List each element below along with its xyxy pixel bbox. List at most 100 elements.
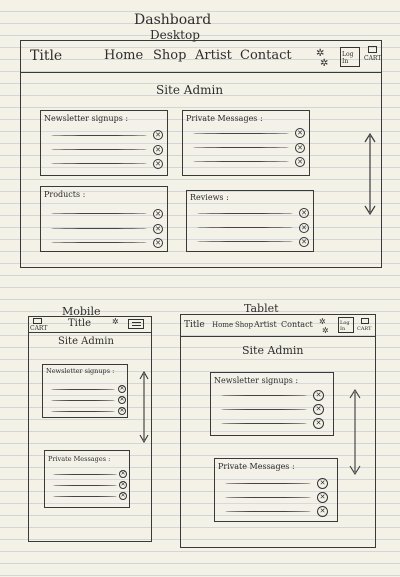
panel-title: Newsletter signups : [44, 114, 129, 123]
mobile-private-messages-panel: Private Messages : ✕ ✕ ✕ [44, 450, 130, 508]
sheet-title: Dashboard [134, 12, 212, 28]
list-line [51, 228, 147, 229]
desktop-nav-shop[interactable]: Shop [153, 48, 186, 63]
desktop-reviews-panel: Reviews : ✕ ✕ ✕ [186, 190, 314, 252]
list-line [193, 161, 289, 162]
tablet-nav-contact[interactable]: Contact [281, 320, 313, 329]
close-icon[interactable]: ✕ [317, 478, 328, 489]
desktop-private-messages-panel: Private Messages : ✕ ✕ ✕ [182, 110, 310, 176]
list-line [197, 227, 293, 228]
list-line [53, 496, 117, 497]
list-line [225, 511, 311, 512]
close-icon[interactable]: ✕ [153, 238, 163, 248]
close-icon[interactable]: ✕ [295, 143, 305, 153]
desktop-nav-home[interactable]: Home [104, 48, 143, 63]
list-line [51, 389, 115, 390]
list-line [225, 483, 311, 484]
menu-line [132, 325, 141, 326]
desktop-cart-icon[interactable] [368, 46, 377, 53]
close-icon[interactable]: ✕ [313, 390, 324, 401]
close-icon[interactable]: ✕ [119, 492, 127, 500]
list-line [197, 241, 293, 242]
close-icon[interactable]: ✕ [295, 128, 305, 138]
tablet-nav-shop[interactable]: Shop [235, 321, 253, 329]
desktop-site-admin: Site Admin [156, 83, 224, 97]
login-label: Log In [342, 51, 354, 65]
desktop-scroll-arrow-icon[interactable] [360, 130, 380, 220]
close-icon[interactable]: ✕ [317, 492, 328, 503]
list-line [51, 163, 147, 164]
close-icon[interactable]: ✕ [118, 396, 126, 404]
tablet-cart-icon[interactable] [361, 318, 369, 324]
mobile-newsletter-panel: Newsletter signups : ✕ ✕ ✕ [42, 364, 128, 418]
tablet-title[interactable]: Title [184, 320, 205, 330]
mobile-frame [28, 316, 152, 542]
mobile-gear-icon[interactable]: ✲ [112, 317, 119, 326]
desktop-nav-contact[interactable]: Contact [240, 48, 292, 63]
list-line [51, 411, 115, 412]
close-icon[interactable]: ✕ [317, 506, 328, 517]
list-line [221, 395, 307, 396]
tablet-nav-artist[interactable]: Artist [254, 320, 277, 329]
mobile-scroll-arrow-icon[interactable] [136, 370, 152, 446]
close-icon[interactable]: ✕ [299, 237, 309, 247]
close-icon[interactable]: ✕ [153, 209, 163, 219]
tablet-nav-home[interactable]: Home [212, 321, 233, 329]
tablet-cart-label: CART [357, 326, 372, 332]
desktop-products-panel: Products : ✕ ✕ ✕ [40, 186, 168, 252]
tablet-newsletter-panel: Newsletter signups : ✕ ✕ ✕ [210, 372, 334, 436]
list-line [193, 133, 289, 134]
panel-title: Newsletter signups : [214, 376, 299, 385]
close-icon[interactable]: ✕ [299, 208, 309, 218]
tablet-login-button[interactable]: Log In [338, 317, 354, 333]
close-icon[interactable]: ✕ [153, 224, 163, 234]
desktop-cart-label: CART [364, 55, 382, 62]
list-line [53, 485, 117, 486]
list-line [53, 474, 117, 475]
mobile-title[interactable]: Title [68, 318, 91, 329]
list-line [51, 242, 147, 243]
panel-title: Private Messages : [186, 114, 263, 123]
list-line [221, 409, 307, 410]
mobile-site-admin: Site Admin [58, 336, 114, 347]
close-icon[interactable]: ✕ [299, 223, 309, 233]
close-icon[interactable]: ✕ [118, 407, 126, 415]
desktop-newsletter-panel: Newsletter signups : ✕ ✕ ✕ [40, 110, 168, 176]
mobile-nav-divider [28, 332, 152, 333]
tablet-private-messages-panel: Private Messages : ✕ ✕ ✕ [214, 458, 338, 522]
desktop-nav-divider [20, 72, 382, 73]
mobile-menu-icon[interactable] [128, 319, 144, 329]
list-line [51, 135, 147, 136]
list-line [221, 423, 307, 424]
desktop-gear-icon-2[interactable]: ✲ [320, 58, 328, 69]
menu-line [132, 322, 141, 323]
list-line [51, 149, 147, 150]
tablet-gear-icon-2[interactable]: ✲ [322, 326, 329, 335]
list-line [193, 147, 289, 148]
mobile-cart-icon[interactable] [33, 318, 42, 324]
panel-title: Reviews : [190, 193, 229, 202]
list-line [51, 400, 115, 401]
close-icon[interactable]: ✕ [313, 404, 324, 415]
panel-title: Products : [44, 190, 86, 199]
close-icon[interactable]: ✕ [119, 481, 127, 489]
desktop-title[interactable]: Title [30, 48, 62, 64]
close-icon[interactable]: ✕ [153, 130, 163, 140]
close-icon[interactable]: ✕ [295, 157, 305, 167]
login-label: Log In [340, 320, 350, 332]
close-icon[interactable]: ✕ [118, 385, 126, 393]
list-line [197, 213, 293, 214]
list-line [51, 213, 147, 214]
panel-title: Newsletter signups : [46, 367, 115, 375]
tablet-scroll-arrow-icon[interactable] [346, 388, 364, 478]
close-icon[interactable]: ✕ [153, 159, 163, 169]
close-icon[interactable]: ✕ [313, 418, 324, 429]
desktop-login-button[interactable]: Log In [340, 47, 360, 67]
close-icon[interactable]: ✕ [153, 145, 163, 155]
close-icon[interactable]: ✕ [119, 470, 127, 478]
tablet-gear-icon[interactable]: ✲ [319, 317, 326, 326]
panel-title: Private Messages : [218, 462, 295, 471]
tablet-nav-divider [180, 336, 376, 337]
panel-title: Private Messages : [48, 455, 111, 463]
desktop-nav-artist[interactable]: Artist [195, 48, 232, 63]
